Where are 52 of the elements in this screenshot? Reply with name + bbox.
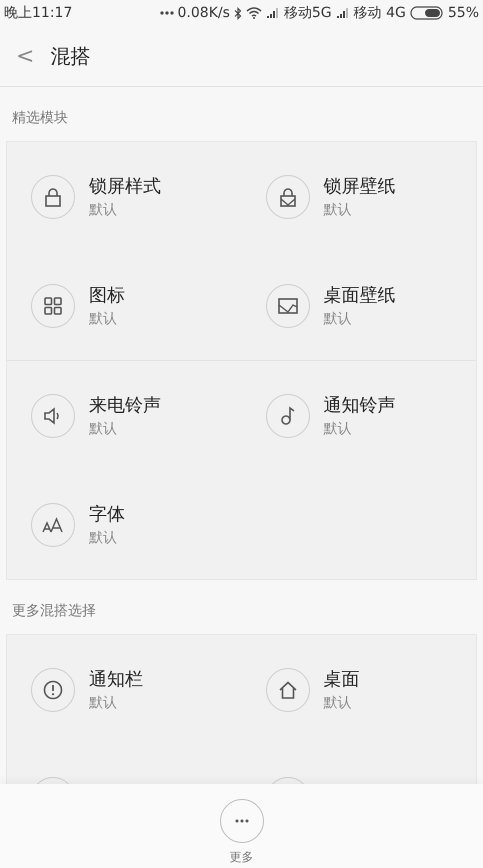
carrier-name: 移动5G bbox=[284, 4, 332, 22]
option-item[interactable]: 锁屏壁纸 默认 bbox=[242, 142, 476, 251]
bluetooth-icon bbox=[234, 6, 242, 20]
option-value: 默认 bbox=[324, 694, 352, 712]
status-time: 晚上11:17 bbox=[4, 4, 72, 22]
option-value: 默认 bbox=[89, 310, 118, 328]
option-name: 锁屏样式 bbox=[89, 175, 161, 198]
option-item[interactable]: 图标 默认 bbox=[7, 251, 242, 360]
option-name: 字体 bbox=[89, 503, 125, 526]
option-name: 图标 bbox=[89, 284, 125, 307]
battery-percent: 55% bbox=[448, 5, 479, 21]
network-speed: 0.08K/s bbox=[178, 5, 230, 21]
option-item[interactable]: 通知铃声 默认 bbox=[242, 361, 476, 470]
section-title: 更多混搭选择 bbox=[11, 602, 97, 621]
more-button[interactable] bbox=[220, 799, 264, 843]
signal-icon bbox=[336, 8, 350, 18]
wifi-icon bbox=[246, 7, 262, 19]
option-item[interactable]: 桌面壁纸 默认 bbox=[242, 251, 476, 360]
alert-icon bbox=[43, 680, 63, 700]
carrier-name: 移动 4G bbox=[354, 4, 406, 22]
option-item[interactable]: 来电铃声 默认 bbox=[7, 361, 242, 470]
dots-icon bbox=[160, 11, 174, 15]
home-icon bbox=[278, 680, 298, 698]
font-size-icon bbox=[42, 516, 64, 532]
lock-picture-icon bbox=[278, 186, 296, 206]
option-value: 默认 bbox=[324, 420, 352, 438]
option-name: 通知铃声 bbox=[324, 394, 396, 417]
battery-icon bbox=[410, 6, 444, 20]
more-label: 更多 bbox=[230, 849, 254, 866]
option-item[interactable]: 字体 默认 bbox=[7, 470, 242, 579]
option-name: 通知栏 bbox=[89, 668, 143, 691]
section-title: 精选模块 bbox=[11, 109, 69, 128]
option-value: 默认 bbox=[324, 201, 352, 219]
option-value: 默认 bbox=[89, 201, 118, 219]
wallpaper-icon bbox=[278, 298, 298, 314]
music-note-icon bbox=[280, 406, 296, 426]
option-value: 默认 bbox=[89, 529, 118, 547]
page-title: 混搭 bbox=[50, 42, 90, 70]
grid-icon bbox=[44, 296, 62, 314]
lock-icon bbox=[44, 186, 62, 206]
option-name: 桌面 bbox=[324, 668, 360, 691]
option-value: 默认 bbox=[89, 420, 118, 438]
option-value: 默认 bbox=[89, 694, 118, 712]
option-name: 来电铃声 bbox=[89, 394, 161, 417]
option-value: 默认 bbox=[324, 310, 352, 328]
signal-icon bbox=[266, 8, 280, 18]
option-item[interactable]: 通知栏 默认 bbox=[7, 635, 242, 744]
option-name: 桌面壁纸 bbox=[324, 284, 396, 307]
more-icon bbox=[234, 819, 248, 823]
option-item[interactable]: 桌面 默认 bbox=[242, 635, 476, 744]
option-name: 锁屏壁纸 bbox=[324, 175, 396, 198]
option-item[interactable]: 锁屏样式 默认 bbox=[7, 142, 242, 251]
